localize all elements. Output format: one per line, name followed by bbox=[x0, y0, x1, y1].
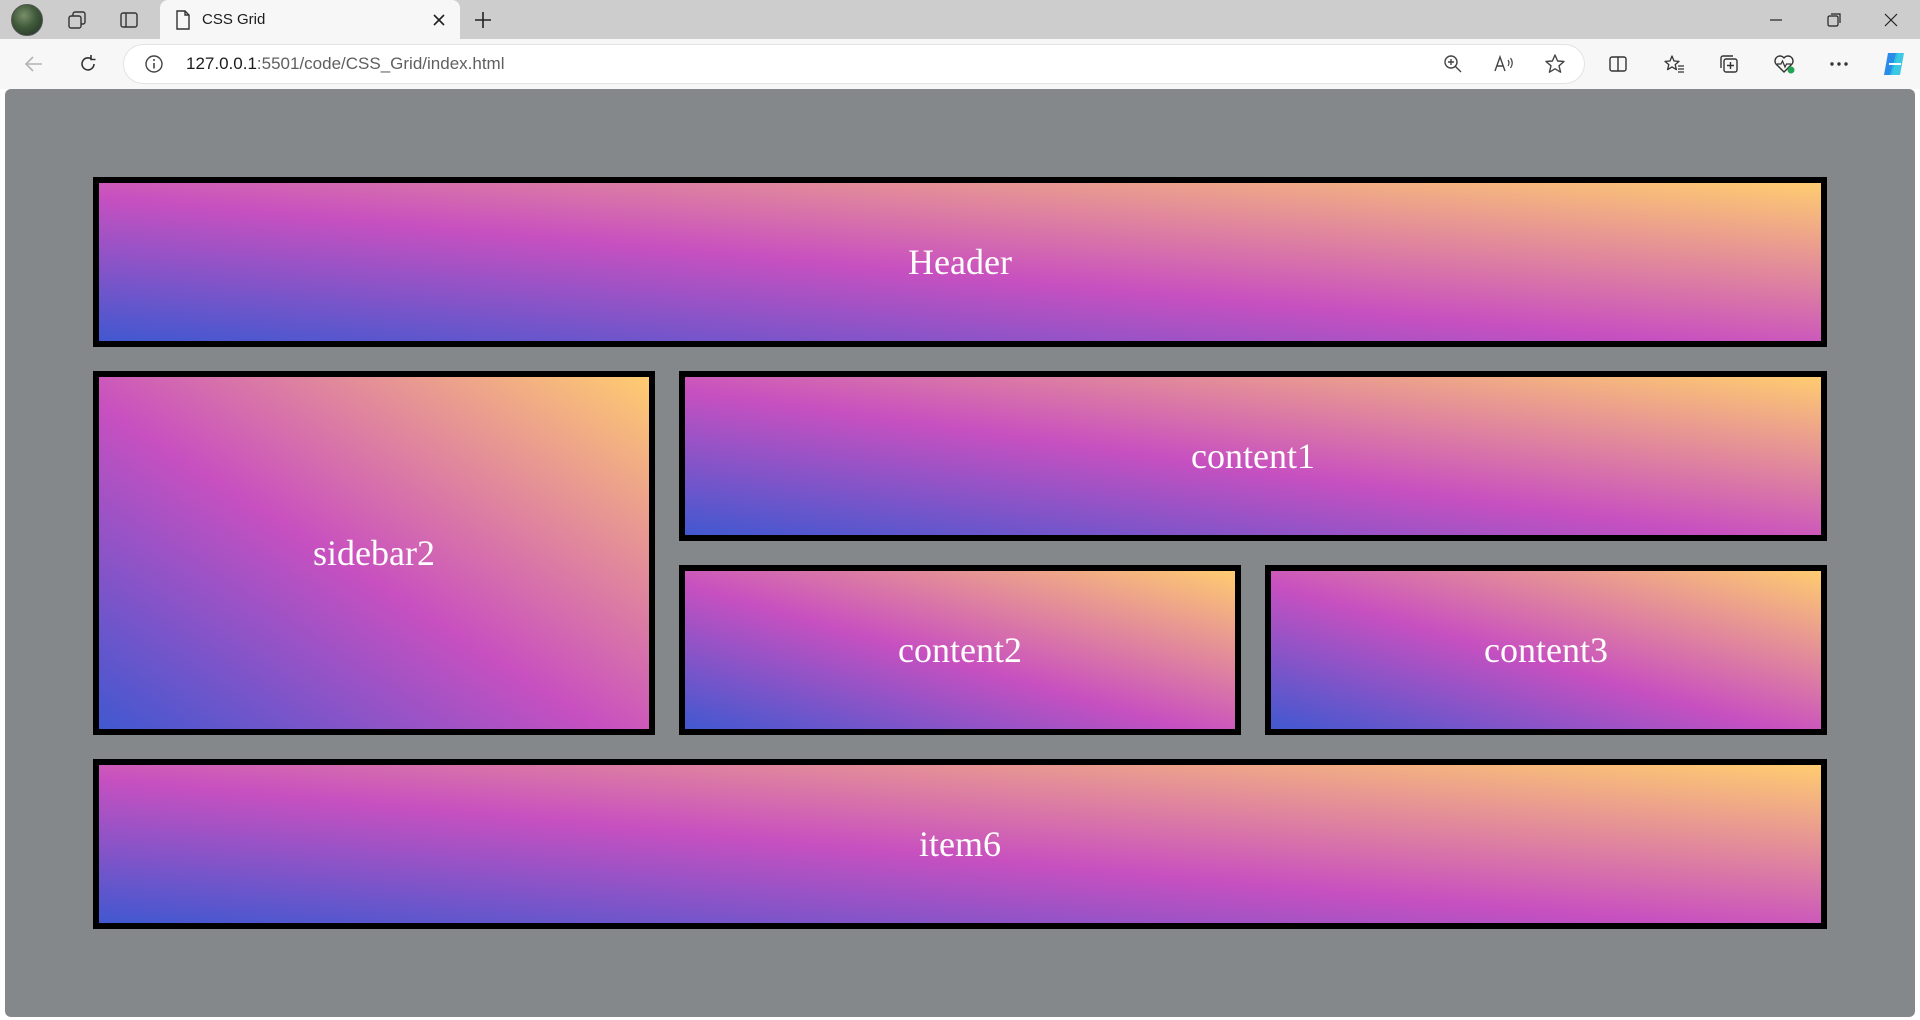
address-bar[interactable]: 127.0.0.1:5501/code/CSS_Grid/index.html bbox=[124, 45, 1584, 83]
favorites-icon[interactable] bbox=[1657, 48, 1691, 80]
split-screen-icon[interactable] bbox=[1601, 48, 1635, 80]
tab-strip: CSS Grid bbox=[0, 0, 1920, 39]
grid-item-content2: content2 bbox=[679, 565, 1241, 735]
page-viewport: Header sidebar2 content1 content2 conten… bbox=[5, 89, 1915, 1017]
zoom-in-icon[interactable] bbox=[1440, 52, 1466, 76]
plus-icon[interactable] bbox=[466, 4, 500, 36]
profile-avatar-icon[interactable] bbox=[10, 4, 44, 36]
minimize-icon[interactable] bbox=[1747, 0, 1805, 39]
url-path: :5501/code/CSS_Grid/index.html bbox=[256, 54, 505, 73]
browser-essentials-icon[interactable] bbox=[1767, 48, 1801, 80]
url-text[interactable]: 127.0.0.1:5501/code/CSS_Grid/index.html bbox=[186, 54, 505, 74]
star-icon[interactable] bbox=[1542, 52, 1568, 76]
tab-actions-icon[interactable] bbox=[112, 4, 146, 36]
grid-container: Header sidebar2 content1 content2 conten… bbox=[93, 177, 1827, 929]
info-icon[interactable] bbox=[144, 54, 164, 74]
refresh-icon[interactable] bbox=[70, 47, 106, 81]
grid-item-content3: content3 bbox=[1265, 565, 1827, 735]
grid-item-header: Header bbox=[93, 177, 1827, 347]
close-icon[interactable] bbox=[424, 5, 454, 35]
url-host: 127.0.0.1 bbox=[186, 54, 257, 73]
active-tab[interactable]: CSS Grid bbox=[160, 0, 460, 39]
workspaces-icon[interactable] bbox=[60, 4, 94, 36]
browser-toolbar: 127.0.0.1:5501/code/CSS_Grid/index.html bbox=[0, 39, 1920, 89]
collections-icon[interactable] bbox=[1712, 48, 1746, 80]
close-window-icon[interactable] bbox=[1862, 0, 1920, 39]
grid-item-sidebar2: sidebar2 bbox=[93, 371, 655, 735]
restore-icon[interactable] bbox=[1805, 0, 1863, 39]
more-icon[interactable] bbox=[1822, 48, 1856, 80]
copilot-icon[interactable] bbox=[1877, 48, 1911, 80]
grid-item-item6: item6 bbox=[93, 759, 1827, 929]
back-arrow-icon[interactable] bbox=[16, 47, 52, 81]
grid-item-content1: content1 bbox=[679, 371, 1827, 541]
read-aloud-icon[interactable] bbox=[1491, 52, 1517, 76]
page-icon bbox=[176, 9, 190, 30]
tab-title: CSS Grid bbox=[202, 11, 266, 28]
